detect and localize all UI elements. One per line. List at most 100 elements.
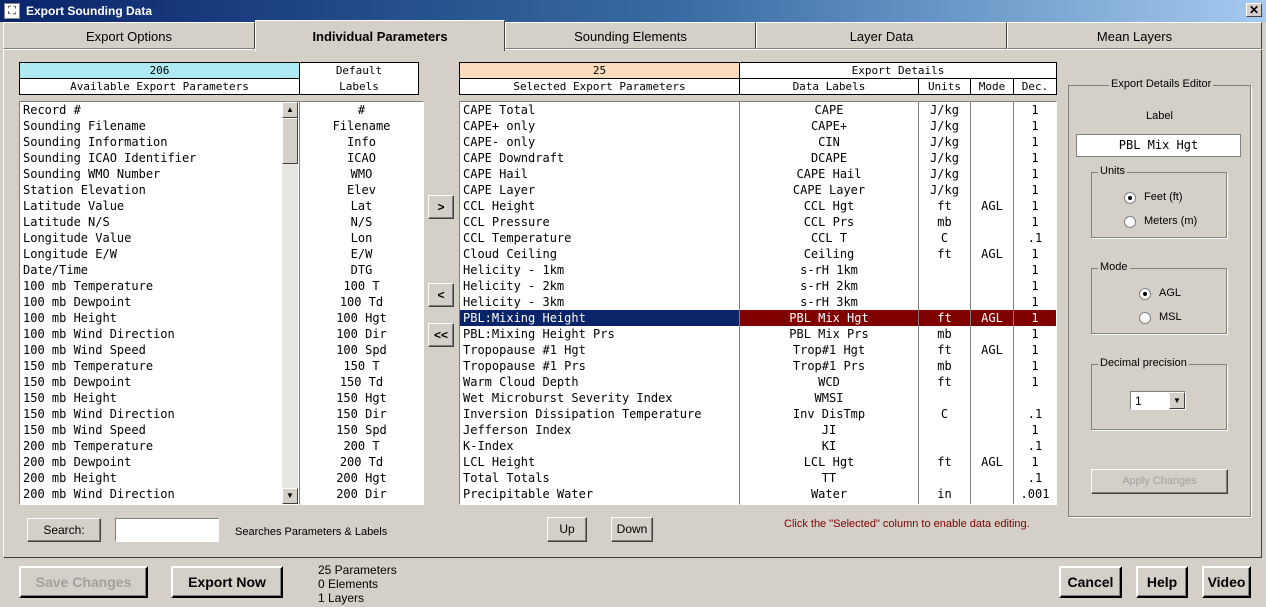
units-cell[interactable]: ft	[919, 198, 970, 214]
selected-param-item[interactable]: CAPE Downdraft	[460, 150, 739, 166]
dec-cell[interactable]: 1	[1014, 246, 1056, 262]
selected-param-item[interactable]: Helicity - 2km	[460, 278, 739, 294]
units-cell[interactable]: J/kg	[919, 134, 970, 150]
add-param-button[interactable]: >	[428, 195, 454, 219]
selected-param-item[interactable]: PBL:Mixing Height Prs	[460, 326, 739, 342]
dec-cell[interactable]: 1	[1014, 198, 1056, 214]
units-cell[interactable]: ft	[919, 454, 970, 470]
available-param-item[interactable]: Record #	[20, 102, 283, 118]
data-label-cell[interactable]: CCL T	[740, 230, 918, 246]
mode-cell[interactable]	[971, 470, 1013, 486]
data-label-cell[interactable]: CAPE Layer	[740, 182, 918, 198]
default-label-item[interactable]: #	[300, 102, 423, 118]
selected-param-item[interactable]: Precipitable Water	[460, 486, 739, 502]
mode-cell[interactable]	[971, 278, 1013, 294]
dec-cell[interactable]: .1	[1014, 438, 1056, 454]
video-button[interactable]: Video	[1202, 566, 1251, 598]
selected-param-item[interactable]: CAPE Total	[460, 102, 739, 118]
units-cell[interactable]	[919, 278, 970, 294]
close-icon[interactable]: ✕	[1246, 3, 1262, 17]
available-param-item[interactable]: 200 mb Wind Direction	[20, 486, 283, 502]
mode-cell[interactable]	[971, 294, 1013, 310]
cancel-button[interactable]: Cancel	[1059, 566, 1122, 598]
mode-cell[interactable]: AGL	[971, 198, 1013, 214]
dec-cell[interactable]: 1	[1014, 374, 1056, 390]
units-cell[interactable]: J/kg	[919, 118, 970, 134]
available-param-item[interactable]: 100 mb Wind Direction	[20, 326, 283, 342]
selected-param-item[interactable]: CCL Pressure	[460, 214, 739, 230]
units-cell[interactable]	[919, 262, 970, 278]
mode-cell[interactable]	[971, 486, 1013, 502]
mode-agl-radio[interactable]	[1139, 288, 1151, 300]
tab-mean-layers[interactable]: Mean Layers	[1007, 22, 1262, 49]
default-label-item[interactable]: 100 Spd	[300, 342, 423, 358]
mode-cell[interactable]: AGL	[971, 454, 1013, 470]
dec-cell[interactable]: 1	[1014, 118, 1056, 134]
selected-param-item[interactable]: Inversion Dissipation Temperature	[460, 406, 739, 422]
units-cell[interactable]: J/kg	[919, 150, 970, 166]
dec-cell[interactable]: 1	[1014, 134, 1056, 150]
default-label-item[interactable]: ICAO	[300, 150, 423, 166]
available-param-item[interactable]: Sounding Filename	[20, 118, 283, 134]
selected-param-item[interactable]: LCL Height	[460, 454, 739, 470]
units-cell[interactable]: J/kg	[919, 182, 970, 198]
default-label-item[interactable]: 150 Spd	[300, 422, 423, 438]
move-up-button[interactable]: Up	[547, 517, 587, 542]
available-scrollbar[interactable]: ▲ ▼	[282, 102, 298, 504]
data-label-cell[interactable]: WMSI	[740, 390, 918, 406]
available-param-item[interactable]: 100 mb Dewpoint	[20, 294, 283, 310]
default-label-item[interactable]: 150 Td	[300, 374, 423, 390]
mode-cell[interactable]	[971, 438, 1013, 454]
units-cell[interactable]: mb	[919, 326, 970, 342]
data-label-cell[interactable]: WCD	[740, 374, 918, 390]
default-label-item[interactable]: 200 Dir	[300, 486, 423, 502]
data-label-cell[interactable]: PBL Mix Hgt	[740, 310, 918, 326]
selected-param-item[interactable]: CAPE+ only	[460, 118, 739, 134]
dec-cell[interactable]: 1	[1014, 310, 1056, 326]
available-param-item[interactable]: 200 mb Dewpoint	[20, 454, 283, 470]
data-label-cell[interactable]: KI	[740, 438, 918, 454]
default-label-item[interactable]: 150 T	[300, 358, 423, 374]
mode-cell[interactable]	[971, 118, 1013, 134]
selected-param-item[interactable]: CAPE Hail	[460, 166, 739, 182]
available-param-item[interactable]: 150 mb Dewpoint	[20, 374, 283, 390]
chevron-down-icon[interactable]: ▼	[1169, 392, 1185, 409]
mode-cell[interactable]	[971, 134, 1013, 150]
dec-cell[interactable]: 1	[1014, 422, 1056, 438]
selected-param-item[interactable]: K-Index	[460, 438, 739, 454]
selected-param-item[interactable]: CCL Height	[460, 198, 739, 214]
dec-cell[interactable]: .1	[1014, 470, 1056, 486]
data-label-cell[interactable]: Ceiling	[740, 246, 918, 262]
selected-param-item[interactable]: Wet Microburst Severity Index	[460, 390, 739, 406]
dec-cell[interactable]: 1	[1014, 102, 1056, 118]
dec-cell[interactable]: 1	[1014, 278, 1056, 294]
dec-cell[interactable]: 1	[1014, 150, 1056, 166]
dec-cell[interactable]	[1014, 390, 1056, 406]
dec-cell[interactable]: .001	[1014, 486, 1056, 502]
default-label-item[interactable]: Lon	[300, 230, 423, 246]
search-button[interactable]: Search:	[27, 518, 101, 542]
available-params-list[interactable]: Record # Sounding Filename Sounding Inform…	[19, 101, 300, 505]
dec-cell[interactable]: 1	[1014, 326, 1056, 342]
data-label-cell[interactable]: Trop#1 Prs	[740, 358, 918, 374]
selected-param-item[interactable]: Helicity - 3km	[460, 294, 739, 310]
mode-cell[interactable]	[971, 374, 1013, 390]
available-param-item[interactable]: Sounding Information	[20, 134, 283, 150]
default-label-item[interactable]: 200 Td	[300, 454, 423, 470]
selected-param-item[interactable]: CAPE- only	[460, 134, 739, 150]
selected-param-item[interactable]: Tropopause #1 Hgt	[460, 342, 739, 358]
available-param-item[interactable]: Latitude N/S	[20, 214, 283, 230]
apply-changes-button[interactable]: Apply Changes	[1091, 469, 1228, 494]
default-label-item[interactable]: Elev	[300, 182, 423, 198]
units-cell[interactable]: ft	[919, 310, 970, 326]
mode-cell[interactable]	[971, 102, 1013, 118]
data-label-cell[interactable]: s-rH 1km	[740, 262, 918, 278]
data-label-cell[interactable]: CAPE	[740, 102, 918, 118]
data-label-cell[interactable]: Inv DisTmp	[740, 406, 918, 422]
default-label-item[interactable]: 100 Td	[300, 294, 423, 310]
remove-param-button[interactable]: <	[428, 283, 454, 307]
tab-export-options[interactable]: Export Options	[3, 22, 255, 49]
available-param-item[interactable]: 150 mb Temperature	[20, 358, 283, 374]
selected-param-item[interactable]: Jefferson Index	[460, 422, 739, 438]
available-param-item[interactable]: Date/Time	[20, 262, 283, 278]
